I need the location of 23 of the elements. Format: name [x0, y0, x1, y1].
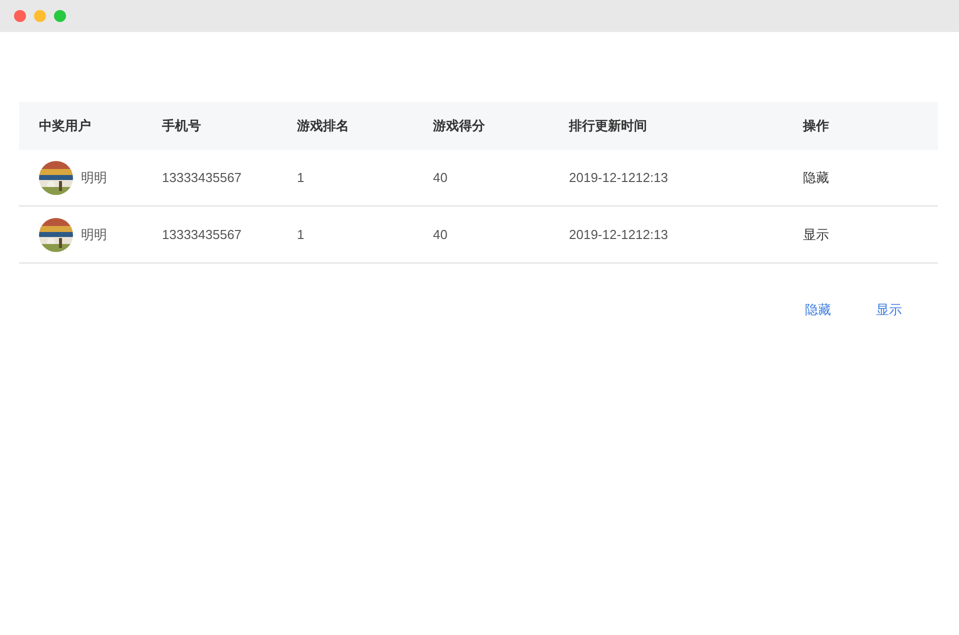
maximize-icon[interactable]	[54, 10, 66, 22]
score-cell-text: 40	[433, 170, 448, 185]
user-name: 明明	[81, 226, 107, 244]
column-header: 操作	[803, 117, 830, 135]
column-header: 排行更新时间	[569, 117, 648, 135]
action-link[interactable]: 显示	[876, 301, 902, 319]
column-header: 手机号	[162, 117, 202, 135]
rank-cell-text: 1	[297, 227, 306, 242]
action-link[interactable]: 隐藏	[803, 170, 829, 184]
column-header: 游戏排名	[297, 117, 350, 135]
action-link[interactable]: 隐藏	[805, 301, 831, 319]
column-header: 中奖用户	[39, 117, 92, 135]
rank-cell-text: 1	[297, 170, 306, 185]
time-cell-text: 2019-12-1212:13	[569, 227, 670, 242]
time-cell-text: 2019-12-1212:13	[569, 170, 670, 185]
phone-cell-text: 13333435567	[162, 170, 243, 185]
minimize-icon[interactable]	[34, 10, 46, 22]
phone-cell-text: 13333435567	[162, 227, 243, 242]
close-icon[interactable]	[14, 10, 26, 22]
column-header: 游戏得分	[433, 117, 486, 135]
score-cell-text: 40	[433, 227, 448, 242]
action-link[interactable]: 显示	[803, 226, 829, 242]
user-name: 明明	[81, 168, 107, 186]
